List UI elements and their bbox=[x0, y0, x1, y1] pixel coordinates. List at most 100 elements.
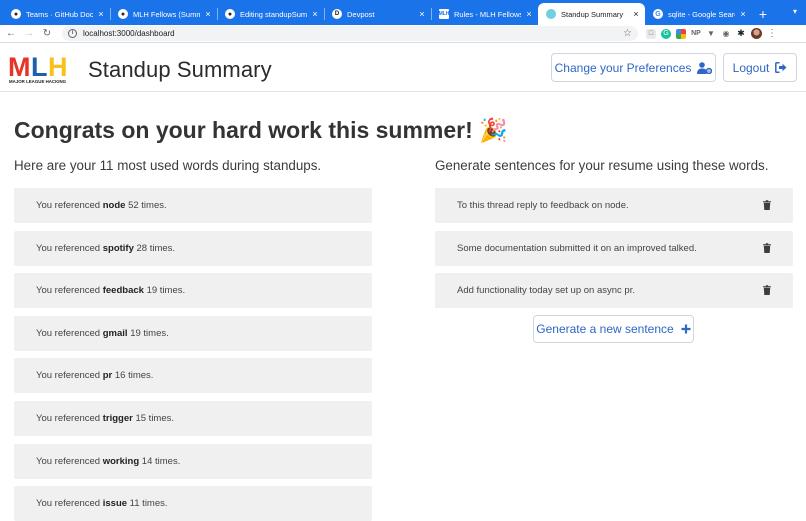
extensions-area: □ G NP ▼ ◉ ✱ ⋮ bbox=[646, 28, 777, 39]
browser-tab[interactable]: ● Editing standupSumm × bbox=[217, 3, 324, 25]
word-usage-card: You referenced feedback 19 times. bbox=[14, 273, 372, 308]
words-heading: Here are your 11 most used words during … bbox=[14, 158, 322, 173]
sentence-card: To this thread reply to feedback on node… bbox=[435, 188, 793, 223]
browser-tab-title: sqlite - Google Search bbox=[668, 9, 735, 19]
devpost-icon: D bbox=[332, 9, 342, 19]
svg-text:M: M bbox=[8, 53, 31, 82]
google-icon: G bbox=[653, 9, 663, 19]
url-text[interactable]: localhost:3000/dashboard bbox=[83, 29, 623, 38]
word-usage-word: feedback bbox=[102, 285, 144, 296]
browser-tab-title: Devpost bbox=[347, 9, 375, 19]
back-icon[interactable]: ← bbox=[4, 27, 18, 41]
forward-icon[interactable]: → bbox=[22, 27, 36, 41]
extensions-puzzle-icon[interactable]: ✱ bbox=[736, 28, 746, 39]
sign-out-icon bbox=[775, 62, 787, 73]
word-usage-suffix: times. bbox=[146, 413, 175, 424]
github-icon: ● bbox=[225, 9, 235, 19]
word-usage-suffix: times. bbox=[147, 243, 176, 254]
browser-tab[interactable]: D Devpost × bbox=[324, 3, 431, 25]
browser-tab-title: MLH Fellows (Summer bbox=[133, 9, 200, 19]
browser-menu-icon[interactable]: ⋮ bbox=[767, 28, 777, 39]
browser-tab-strip: ●Teams · GitHub Docs×●MLH Fellows (Summe… bbox=[0, 0, 806, 25]
vue-devtools-icon[interactable]: ▼ bbox=[706, 29, 716, 39]
standup-summary-icon bbox=[546, 9, 556, 19]
close-tab-icon[interactable]: × bbox=[310, 9, 320, 19]
word-usage-count: 19 bbox=[146, 285, 158, 296]
word-usage-prefix: You referenced bbox=[36, 243, 103, 254]
mlh-icon: MLH bbox=[438, 9, 450, 19]
word-usage-prefix: You referenced bbox=[36, 200, 103, 211]
word-usage-suffix: times. bbox=[140, 328, 169, 339]
word-usage-count: 19 bbox=[130, 328, 141, 339]
logout-button[interactable]: Logout bbox=[723, 53, 797, 82]
word-usage-word: gmail bbox=[102, 328, 128, 339]
trash-icon[interactable] bbox=[763, 285, 771, 295]
word-usage-card: You referenced spotify 28 times. bbox=[14, 231, 372, 266]
close-tab-icon[interactable]: × bbox=[524, 9, 534, 19]
new-tab-button[interactable]: + bbox=[752, 3, 774, 25]
close-tab-icon[interactable]: × bbox=[203, 9, 213, 19]
word-usage-suffix: times. bbox=[152, 456, 181, 467]
word-usage-count: 15 bbox=[135, 413, 147, 424]
generate-sentence-button[interactable]: Generate a new sentence bbox=[533, 315, 694, 343]
close-tab-icon[interactable]: × bbox=[96, 9, 106, 19]
user-settings-icon bbox=[697, 61, 713, 74]
browser-tab[interactable]: MLH Rules - MLH Fellowsh × bbox=[431, 3, 538, 25]
profile-avatar[interactable] bbox=[751, 28, 762, 39]
mlh-logo[interactable]: M L H MAJOR LEAGUE HACKING bbox=[8, 53, 80, 85]
word-usage-card: You referenced pr 16 times. bbox=[14, 358, 372, 393]
color-picker-extension-icon[interactable] bbox=[676, 28, 686, 39]
site-info-icon[interactable]: i bbox=[68, 29, 77, 38]
word-usage-word: node bbox=[102, 200, 126, 211]
grammarly-extension-icon[interactable]: G bbox=[661, 28, 671, 39]
browser-tab-title: Teams · GitHub Docs bbox=[26, 9, 93, 19]
generate-sentence-label: Generate a new sentence bbox=[536, 322, 674, 336]
app-title: Standup Summary bbox=[88, 57, 272, 82]
browser-tab[interactable]: Gsqlite - Google Search × bbox=[645, 3, 752, 25]
word-usage-card: You referenced node 52 times. bbox=[14, 188, 372, 223]
word-usage-suffix: times. bbox=[125, 370, 154, 381]
word-usage-card: You referenced gmail 19 times. bbox=[14, 316, 372, 351]
change-preferences-button[interactable]: Change your Preferences bbox=[551, 53, 716, 82]
trash-icon[interactable] bbox=[763, 243, 771, 253]
app-header: M L H MAJOR LEAGUE HACKING Standup Summa… bbox=[0, 44, 806, 92]
sentence-card: Add functionality today set up on async … bbox=[435, 273, 793, 308]
browser-tab-title: Standup Summary bbox=[561, 9, 624, 19]
word-usage-prefix: You referenced bbox=[36, 328, 103, 339]
browser-tab[interactable]: Standup Summary × bbox=[538, 3, 645, 25]
browser-tab[interactable]: ● MLH Fellows (Summer× bbox=[110, 3, 217, 25]
word-usage-count: 52 bbox=[128, 200, 139, 211]
word-usage-count: 14 bbox=[141, 456, 153, 467]
sentence-text: Some documentation submitted it on an im… bbox=[457, 243, 697, 254]
sentence-text: Add functionality today set up on async … bbox=[457, 285, 635, 296]
np-extension-icon[interactable]: NP bbox=[691, 29, 701, 39]
sentence-text: To this thread reply to feedback on node… bbox=[457, 200, 629, 211]
sentences-heading: Generate sentences for your resume using… bbox=[435, 158, 769, 173]
browser-tab[interactable]: ● Teams · GitHub Docs × bbox=[3, 3, 110, 25]
close-tab-icon[interactable]: × bbox=[738, 9, 748, 19]
word-usage-prefix: You referenced bbox=[36, 370, 103, 381]
github-icon: ● bbox=[11, 9, 21, 19]
browser-toolbar: ← → ↻ i localhost:3000/dashboard ☆ □ G N… bbox=[0, 25, 806, 43]
sentence-card: Some documentation submitted it on an im… bbox=[435, 231, 793, 266]
reload-icon[interactable]: ↻ bbox=[40, 27, 54, 41]
tab-search-icon[interactable]: ▾ bbox=[790, 6, 800, 16]
word-usage-count: 16 bbox=[114, 370, 126, 381]
word-usage-card: You referenced trigger 15 times. bbox=[14, 401, 372, 436]
bookmark-star-icon[interactable]: ☆ bbox=[623, 28, 632, 39]
wordpress-extension-icon[interactable]: ◉ bbox=[721, 29, 731, 39]
document-extension-icon[interactable]: □ bbox=[646, 28, 656, 39]
word-usage-word: trigger bbox=[102, 413, 133, 424]
word-usage-prefix: You referenced bbox=[36, 456, 103, 467]
address-bar[interactable]: i localhost:3000/dashboard ☆ bbox=[62, 26, 638, 41]
close-tab-icon[interactable]: × bbox=[417, 9, 427, 19]
word-usage-word: pr bbox=[102, 370, 113, 381]
word-usage-card: You referenced working 14 times. bbox=[14, 444, 372, 479]
trash-icon[interactable] bbox=[763, 200, 771, 210]
page-headline: Congrats on your hard work this summer! … bbox=[14, 117, 508, 143]
mlh-logo-subtext: MAJOR LEAGUE HACKING bbox=[9, 79, 67, 84]
change-preferences-label: Change your Preferences bbox=[554, 60, 692, 75]
svg-text:L: L bbox=[31, 53, 48, 82]
close-tab-icon[interactable]: × bbox=[631, 9, 641, 19]
word-usage-count: 28 bbox=[136, 243, 148, 254]
